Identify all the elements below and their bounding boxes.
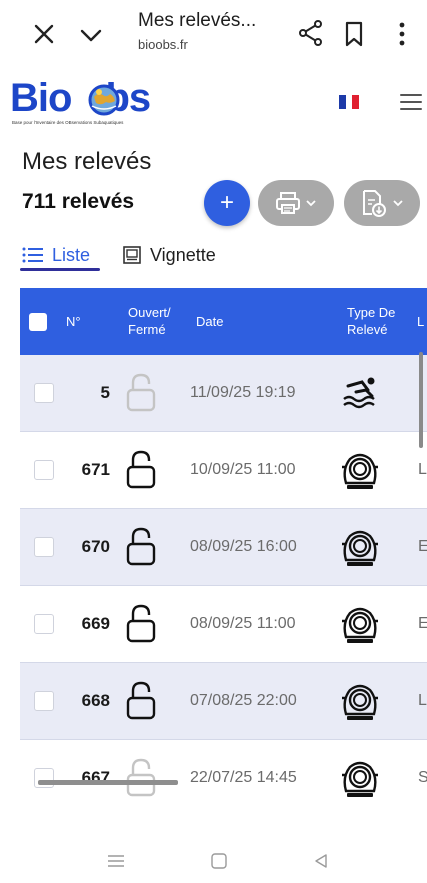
record-date: 11/09/25 19:19	[190, 384, 296, 401]
table-row[interactable]: 668 07/08/25 22:00 La	[20, 663, 427, 740]
record-date: 10/09/25 11:00	[190, 461, 296, 478]
share-icon[interactable]	[296, 18, 326, 48]
records-table: N° Ouvert/ Fermé Date Type De Relevé L 5…	[20, 288, 427, 810]
record-date: 08/09/25 11:00	[190, 615, 296, 632]
table-row[interactable]: 669 08/09/25 11:00 El	[20, 586, 427, 663]
browser-page-title: Mes relevés...	[138, 10, 257, 31]
logo-tagline: Base pour l'Inventaire des OBservations …	[12, 120, 124, 125]
unlocked-padlock-icon[interactable]	[124, 372, 158, 412]
horizontal-scrollbar[interactable]	[38, 780, 178, 785]
record-count: 711 relevés	[22, 190, 135, 213]
add-record-button[interactable]: +	[204, 180, 250, 226]
diving-helmet-icon	[342, 607, 378, 643]
chevron-down-icon[interactable]	[76, 20, 106, 50]
diving-helmet-icon	[342, 761, 378, 797]
chevron-down-icon	[393, 200, 403, 207]
diving-helmet-icon	[342, 453, 378, 489]
row-checkbox[interactable]	[34, 614, 54, 634]
record-location: St	[418, 769, 427, 786]
record-location: La	[418, 692, 427, 709]
unlocked-padlock-icon[interactable]	[124, 757, 158, 797]
row-checkbox[interactable]	[34, 460, 54, 480]
swimmer-icon	[343, 377, 375, 409]
system-navigation-bar	[0, 850, 427, 883]
recent-apps-icon[interactable]	[107, 854, 125, 868]
browser-url[interactable]: bioobs.fr	[138, 37, 188, 52]
table-row[interactable]: 667 22/07/25 14:45 St	[20, 740, 427, 810]
record-location: La	[418, 461, 427, 478]
globe-icon	[88, 84, 120, 116]
record-number: 667	[81, 768, 110, 787]
record-date: 07/08/25 22:00	[190, 692, 297, 709]
table-row[interactable]: 671 10/09/25 11:00 La	[20, 432, 427, 509]
menu-icon[interactable]	[400, 92, 422, 112]
column-header-open-closed[interactable]: Ouvert/ Fermé	[128, 304, 171, 338]
record-location: El	[418, 538, 427, 555]
tab-list-label: Liste	[52, 244, 91, 265]
bookmark-icon[interactable]	[340, 19, 368, 49]
column-header-date[interactable]: Date	[196, 313, 223, 330]
select-all-checkbox[interactable]	[29, 313, 47, 331]
record-number: 5	[100, 383, 110, 402]
column-header-type-line1: Type De	[347, 305, 396, 320]
french-flag-icon[interactable]	[339, 95, 360, 109]
printer-icon	[276, 192, 300, 214]
page-title: Mes relevés	[22, 148, 152, 175]
tab-list-view[interactable]: Liste	[22, 240, 90, 270]
unlocked-padlock-icon[interactable]	[124, 449, 158, 489]
unlocked-padlock-icon[interactable]	[124, 526, 158, 566]
back-icon[interactable]	[313, 853, 329, 869]
record-date: 22/07/25 14:45	[190, 769, 297, 786]
column-header-type-line2: Relevé	[347, 322, 388, 337]
row-checkbox[interactable]	[34, 383, 54, 403]
active-tab-indicator	[20, 268, 100, 271]
vertical-scrollbar[interactable]	[419, 352, 423, 448]
print-dropdown-button[interactable]	[258, 180, 334, 226]
site-header: Bio bs Base pour l'Inventaire des OBserva…	[0, 68, 427, 130]
export-dropdown-button[interactable]	[344, 180, 420, 226]
diving-helmet-icon	[342, 530, 378, 566]
record-number: 668	[81, 691, 110, 710]
table-row[interactable]: 670 08/09/25 16:00 El	[20, 509, 427, 586]
column-header-open-closed-line1: Ouvert/	[128, 305, 171, 320]
unlocked-padlock-icon[interactable]	[124, 680, 158, 720]
close-icon[interactable]	[28, 18, 60, 50]
record-location: El	[418, 615, 427, 632]
row-checkbox[interactable]	[34, 768, 54, 788]
record-number: 669	[81, 614, 110, 633]
chevron-down-icon	[306, 200, 316, 207]
table-row[interactable]: 5 11/09/25 19:19	[20, 355, 427, 432]
column-header-record-type[interactable]: Type De Relevé	[347, 304, 395, 338]
column-header-open-closed-line2: Fermé	[128, 322, 166, 337]
unlocked-padlock-icon[interactable]	[124, 603, 158, 643]
column-header-number[interactable]: N°	[66, 313, 81, 330]
row-checkbox[interactable]	[34, 691, 54, 711]
more-vertical-icon[interactable]	[392, 18, 412, 50]
file-download-icon	[363, 190, 386, 217]
record-number: 670	[81, 537, 110, 556]
home-icon[interactable]	[210, 852, 228, 870]
record-date: 08/09/25 16:00	[190, 538, 297, 555]
record-number: 671	[81, 460, 110, 479]
image-grid-icon	[123, 246, 141, 264]
logo-wordmark: Bio bs	[10, 76, 151, 120]
table-header: N° Ouvert/ Fermé Date Type De Relevé L	[20, 288, 427, 355]
tab-thumbnail-view[interactable]: Vignette	[122, 240, 216, 270]
tab-thumbnail-label: Vignette	[150, 244, 216, 265]
row-checkbox[interactable]	[34, 537, 54, 557]
browser-toolbar: Mes relevés... bioobs.fr	[0, 0, 427, 68]
diving-helmet-icon	[342, 684, 378, 720]
list-icon	[22, 247, 43, 263]
column-header-location[interactable]: L	[417, 313, 424, 330]
